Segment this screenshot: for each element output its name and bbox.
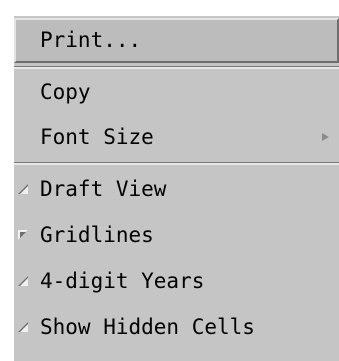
menu-separator bbox=[14, 162, 339, 165]
menu-item-copy[interactable]: Copy bbox=[14, 71, 339, 113]
menu-item-label: Show Hidden Cells bbox=[40, 314, 255, 339]
menu-item-4-digit-years[interactable]: 4-digit Years bbox=[14, 258, 339, 304]
menu-item-label: Copy bbox=[40, 79, 91, 104]
menu-separator bbox=[14, 66, 339, 69]
menu-item-draft-view[interactable]: Draft View bbox=[14, 166, 339, 212]
menu-item-show-hidden-cells[interactable]: Show Hidden Cells bbox=[14, 304, 339, 350]
checkbox-unchecked-icon bbox=[18, 184, 28, 194]
menu-item-label: Font Size bbox=[40, 124, 154, 149]
checkbox-unchecked-icon bbox=[18, 322, 28, 332]
menu-item-print[interactable]: Print... bbox=[14, 18, 339, 63]
checkbox-unchecked-icon bbox=[18, 276, 28, 286]
submenu-arrow-icon bbox=[322, 133, 329, 141]
menu-item-label: 4-digit Years bbox=[40, 268, 205, 293]
options-menu: Print... Copy Font Size Draft View Gridl… bbox=[14, 16, 339, 361]
menu-item-gridlines[interactable]: Gridlines bbox=[14, 212, 339, 258]
menu-item-label: Print... bbox=[40, 28, 142, 52]
menu-item-label: Draft View bbox=[40, 176, 167, 201]
menu-item-font-size[interactable]: Font Size bbox=[14, 113, 339, 161]
menu-item-label: Gridlines bbox=[40, 222, 154, 247]
checkbox-checked-icon bbox=[18, 230, 28, 240]
